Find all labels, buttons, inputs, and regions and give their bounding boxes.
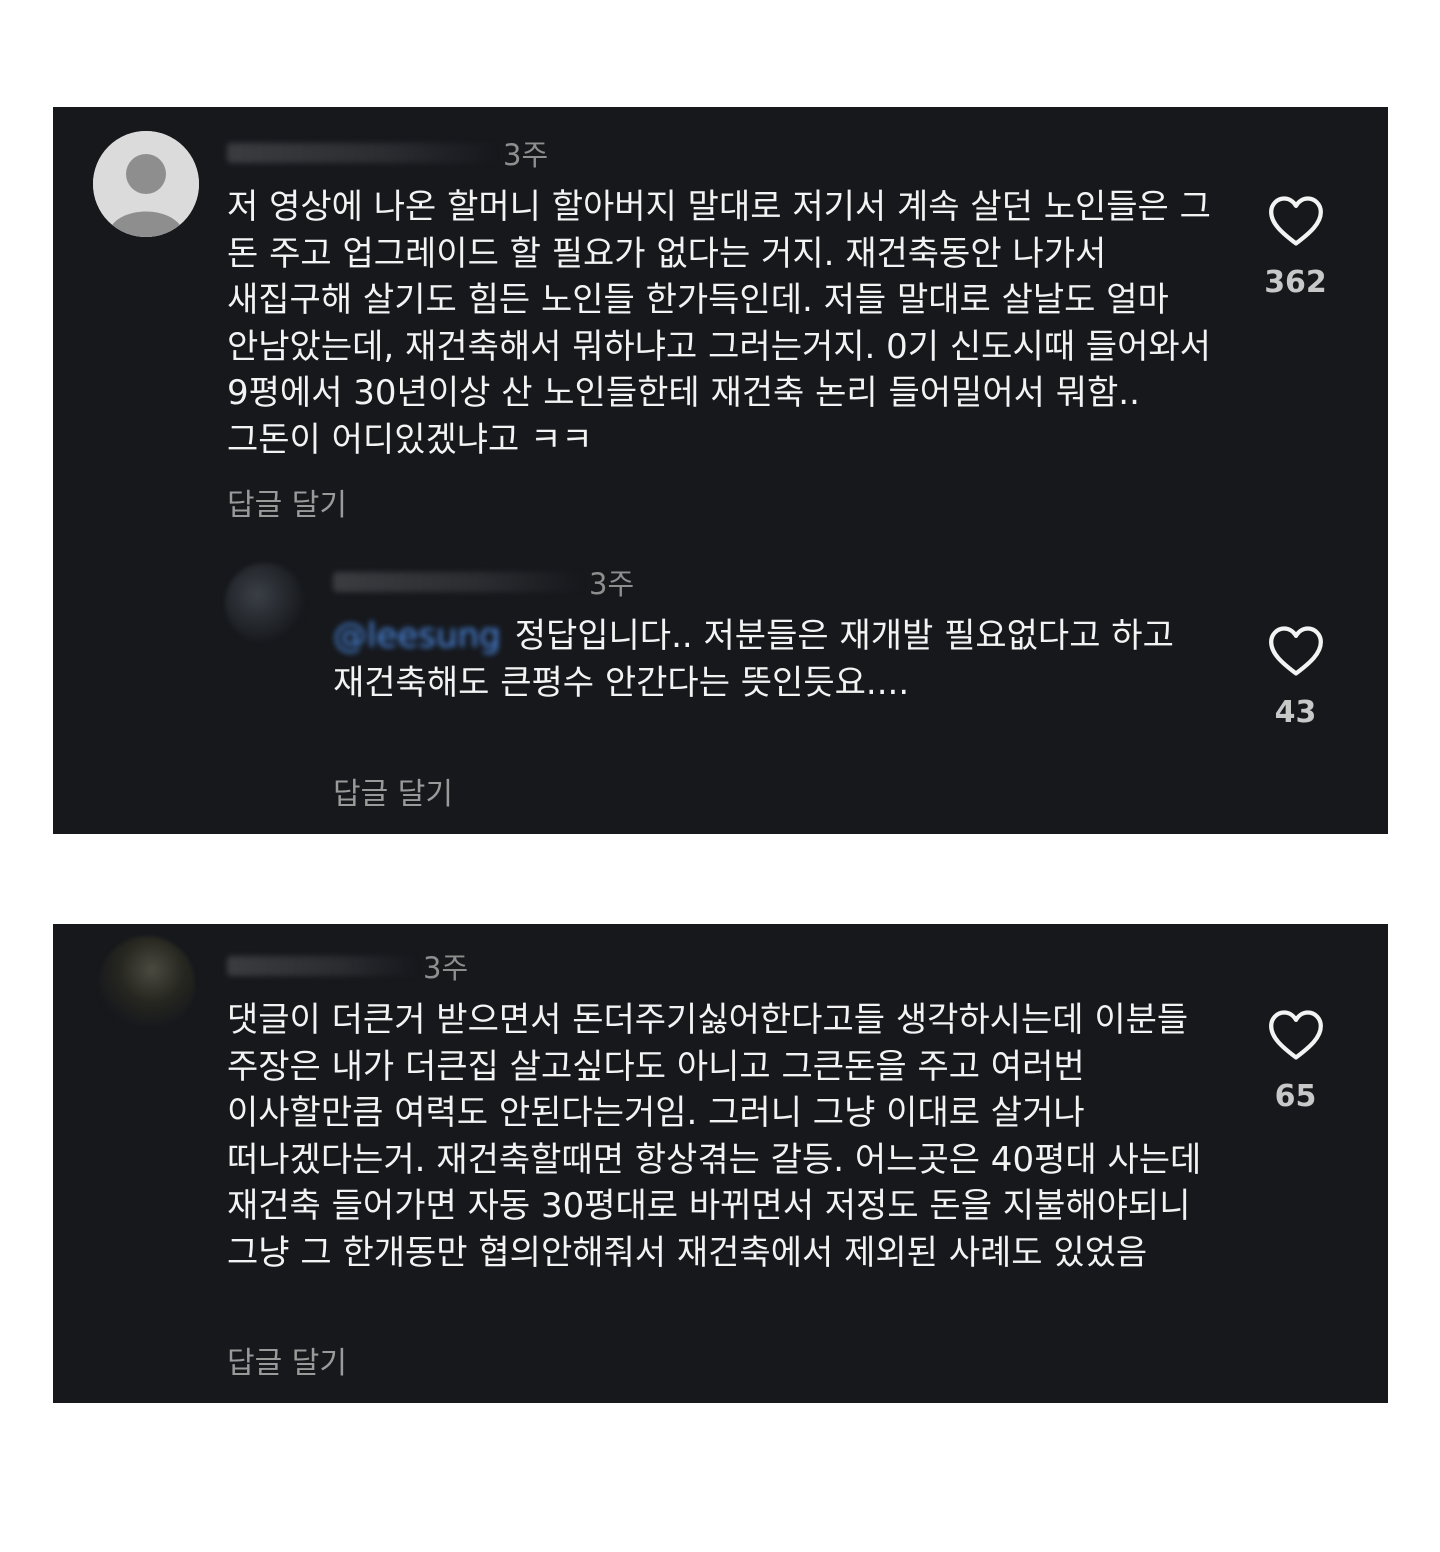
comment-meta: 3주 (227, 946, 468, 986)
reply-like-group: 43 (1238, 625, 1353, 730)
comment-text: 저 영상에 나온 할머니 할아버지 말대로 저기서 계속 살던 노인들은 그 돈… (227, 187, 1211, 460)
username[interactable] (227, 143, 497, 163)
heart-outline-icon[interactable] (1267, 1009, 1325, 1061)
default-avatar-icon (93, 131, 199, 237)
comment-thread-1: 3주 저 영상에 나온 할머니 할아버지 말대로 저기서 계속 살던 노인들은 … (53, 107, 1388, 834)
reply-button[interactable]: 답글 달기 (227, 1338, 347, 1382)
reply-meta: 3주 (333, 562, 634, 602)
avatar[interactable] (99, 936, 195, 1032)
heart-outline-icon[interactable] (1267, 625, 1325, 677)
reply-timestamp: 3주 (589, 567, 635, 601)
reply-like-count: 43 (1274, 695, 1317, 730)
reply-avatar[interactable] (225, 563, 305, 643)
reply-button[interactable]: 답글 달기 (227, 480, 347, 524)
like-group: 65 (1238, 1009, 1353, 1114)
heart-outline-icon[interactable] (1267, 195, 1325, 247)
timestamp: 3주 (423, 951, 469, 985)
timestamp: 3주 (503, 138, 549, 172)
avatar[interactable] (93, 131, 199, 237)
comment-meta: 3주 (227, 133, 548, 173)
username[interactable] (227, 956, 417, 976)
reply-to-reply-button[interactable]: 답글 달기 (333, 769, 453, 813)
mention-link[interactable]: @leesung (333, 616, 501, 656)
like-count: 65 (1274, 1079, 1317, 1114)
like-count: 362 (1264, 265, 1327, 300)
reply-text: @leesung 정답입니다.. 저분들은 재개발 필요없다고 하고 재건축해도 … (333, 613, 1213, 706)
reply-username[interactable] (333, 572, 583, 592)
comment-text: 댓글이 더큰거 받으면서 돈더주기싫어한다고들 생각하시는데 이분들 주장은 내… (227, 1000, 1202, 1273)
comment-thread-2: 3주 댓글이 더큰거 받으면서 돈더주기싫어한다고들 생각하시는데 이분들 주장… (53, 924, 1388, 1403)
like-group: 362 (1238, 195, 1353, 300)
